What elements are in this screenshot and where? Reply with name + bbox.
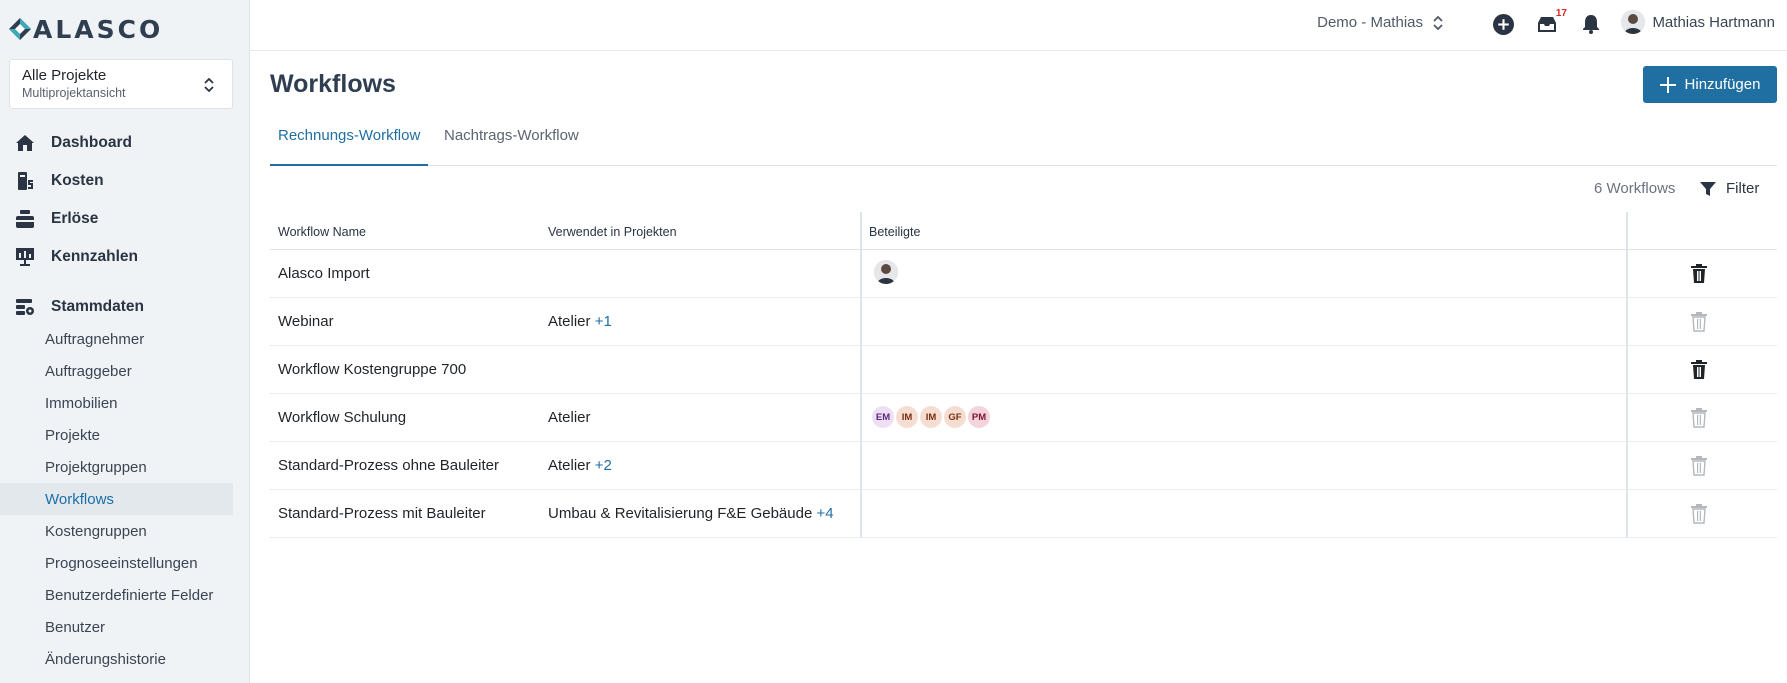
user-menu[interactable]: Mathias Hartmann [1621, 10, 1775, 34]
nav-item-dashboard[interactable]: Dashboard [0, 124, 233, 162]
add-circle-icon[interactable] [1491, 12, 1515, 36]
sidebar-item-prognoseeinstellungen[interactable]: Prognoseeinstellungen [0, 547, 233, 579]
participant-chip[interactable]: PM [968, 406, 990, 428]
trash-icon [1691, 312, 1707, 332]
sidebar-item-benutzer[interactable]: Benutzer [0, 611, 233, 643]
tab-nachtrags-workflow[interactable]: Nachtrags-Workflow [444, 116, 579, 166]
tab-rechnungs-workflow[interactable]: Rechnungs-Workflow [270, 116, 429, 166]
workflow-table: Workflow Name Verwendet in Projekten Bet… [270, 212, 1777, 538]
sidebar-item-aenderungshistorie[interactable]: Änderungshistorie [0, 643, 233, 675]
sidebar-item-immobilien[interactable]: Immobilien [0, 387, 233, 419]
nav-item-label: Erlöse [51, 210, 99, 227]
inbox-badge: 17 [1555, 8, 1567, 19]
project-select[interactable]: Alle Projekte Multiprojektansicht [9, 59, 233, 109]
participant-chip[interactable]: EM [872, 406, 894, 428]
plus-icon [1659, 76, 1676, 93]
sidebar-item-auftragnehmer[interactable]: Auftragnehmer [0, 323, 233, 355]
sidebar-item-projektgruppen[interactable]: Projektgruppen [0, 451, 233, 483]
nav-sub: Auftragnehmer Auftraggeber Immobilien Pr… [0, 323, 233, 675]
workflow-name: Webinar [278, 313, 334, 330]
workflow-count: 6 Workflows [1594, 180, 1676, 197]
metrics-icon [14, 246, 36, 268]
workflow-tabs: Rechnungs-Workflow Nachtrags-Workflow [270, 116, 1777, 166]
workflow-name: Alasco Import [278, 265, 370, 282]
sidebar-item-kostengruppen[interactable]: Kostengruppen [0, 515, 233, 547]
workflow-projects: Atelier +2 [548, 457, 612, 474]
table-row[interactable]: Webinar Atelier +1 [270, 298, 1777, 346]
add-workflow-button[interactable]: Hinzufügen [1643, 66, 1777, 103]
avatar [874, 260, 898, 284]
nav-item-kennzahlen[interactable]: Kennzahlen [0, 238, 233, 276]
top-bar: Demo - Mathias 17 Mathias Hartmann [250, 0, 1787, 51]
nav-item-label: Dashboard [51, 134, 132, 151]
bell-icon[interactable] [1579, 12, 1603, 36]
workflow-projects: Atelier [548, 409, 591, 426]
participant-chip[interactable]: IM [920, 406, 942, 428]
alasco-logo-icon [9, 18, 31, 40]
column-header-projects: Verwendet in Projekten [548, 225, 677, 239]
more-projects-link[interactable]: +1 [595, 313, 612, 330]
workflow-projects: Atelier +1 [548, 313, 612, 330]
avatar [1621, 10, 1646, 34]
sidebar-item-projekte[interactable]: Projekte [0, 419, 233, 451]
nav-item-kosten[interactable]: Kosten [0, 162, 233, 200]
trash-icon [1691, 408, 1707, 428]
more-projects-link[interactable]: +2 [595, 457, 612, 474]
column-header-participants: Beteiligte [869, 225, 921, 239]
home-icon [14, 132, 36, 154]
participant-chip[interactable]: IM [896, 406, 918, 428]
user-name: Mathias Hartmann [1652, 13, 1775, 31]
revenue-icon [14, 208, 36, 230]
table-row[interactable]: Workflow Kostengruppe 700 [270, 346, 1777, 394]
filter-icon [1700, 181, 1716, 196]
sidebar-item-auftraggeber[interactable]: Auftraggeber [0, 355, 233, 387]
trash-icon[interactable] [1690, 360, 1708, 380]
page-title: Workflows [270, 70, 396, 98]
nav-item-label: Stammdaten [51, 298, 145, 315]
master-data-icon [14, 296, 36, 318]
inbox-icon[interactable]: 17 [1535, 8, 1567, 36]
workflow-name: Workflow Schulung [278, 409, 407, 426]
table-row[interactable]: Standard-Prozess mit Bauleiter Umbau & R… [270, 490, 1777, 538]
project-name: Atelier [548, 313, 591, 330]
nav-item-erloese[interactable]: Erlöse [0, 200, 233, 238]
tenant-select[interactable]: Demo - Mathias [1317, 14, 1443, 31]
workflow-name: Standard-Prozess ohne Bauleiter [278, 457, 499, 474]
trash-icon [1691, 456, 1707, 476]
trash-icon[interactable] [1690, 264, 1708, 284]
project-select-title: Alle Projekte [22, 67, 107, 84]
add-button-label: Hinzufügen [1684, 76, 1761, 93]
sidebar-item-workflows[interactable]: Workflows [0, 483, 233, 515]
trash-icon [1691, 504, 1707, 524]
workflow-projects: Umbau & Revitalisierung F&E Gebäude +4 [548, 505, 834, 522]
column-header-name: Workflow Name [278, 225, 366, 239]
table-header: Workflow Name Verwendet in Projekten Bet… [270, 212, 1777, 250]
table-row[interactable]: Workflow Schulung Atelier EM IM IM GF PM [270, 394, 1777, 442]
participant-chips: EM IM IM GF PM [872, 406, 992, 428]
logo[interactable]: ALASCO [8, 14, 163, 44]
sort-arrows-icon [204, 78, 214, 92]
logo-text: ALASCO [33, 14, 164, 44]
workflow-name: Standard-Prozess mit Bauleiter [278, 505, 486, 522]
filter-button[interactable]: Filter [1700, 180, 1759, 197]
more-projects-link[interactable]: +4 [816, 505, 833, 522]
tenant-label: Demo - Mathias [1317, 14, 1423, 31]
nav-main: Dashboard Kosten Erlöse Kennzahlen Stamm… [0, 124, 233, 326]
table-row[interactable]: Standard-Prozess ohne Bauleiter Atelier … [270, 442, 1777, 490]
project-name: Umbau & Revitalisierung F&E Gebäude [548, 505, 813, 522]
filter-label: Filter [1726, 180, 1760, 197]
sort-arrows-icon [1433, 15, 1443, 30]
sidebar-item-benutzerdefinierte-felder[interactable]: Benutzerdefinierte Felder [0, 579, 233, 611]
nav-item-label: Kosten [51, 172, 104, 189]
nav-item-stammdaten[interactable]: Stammdaten [0, 288, 233, 326]
costs-icon [14, 170, 36, 192]
workflow-name: Workflow Kostengruppe 700 [278, 361, 467, 378]
nav-item-label: Kennzahlen [51, 248, 138, 265]
sidebar: ALASCO Alle Projekte Multiprojektansicht… [0, 0, 250, 683]
project-select-subtitle: Multiprojektansicht [22, 86, 126, 100]
table-row[interactable]: Alasco Import [270, 250, 1777, 298]
project-name: Atelier [548, 457, 591, 474]
participant-chip[interactable]: GF [944, 406, 966, 428]
